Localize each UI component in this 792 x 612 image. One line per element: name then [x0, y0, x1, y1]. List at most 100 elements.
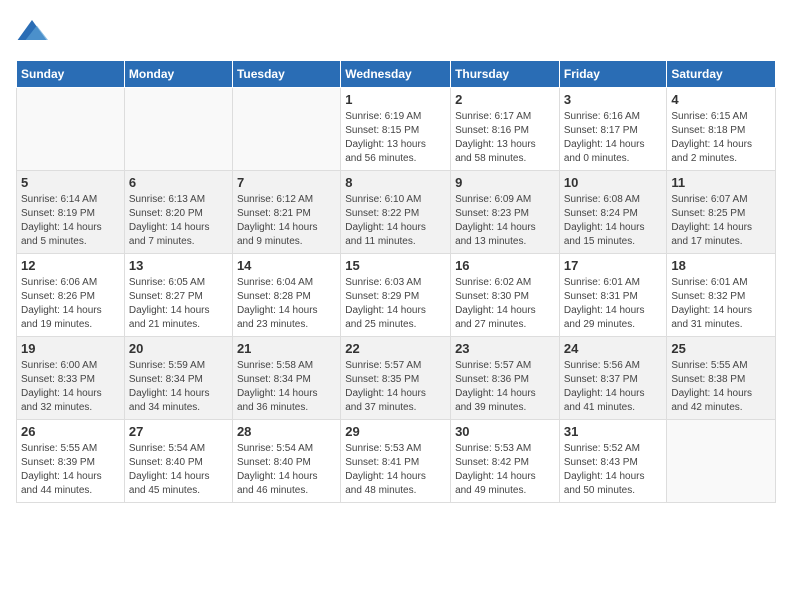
calendar-cell: [124, 88, 232, 171]
calendar-week-row: 1 Sunrise: 6:19 AMSunset: 8:15 PMDaylight…: [17, 88, 776, 171]
calendar-cell: 24 Sunrise: 5:56 AMSunset: 8:37 PMDayligh…: [559, 337, 667, 420]
calendar-cell: 11 Sunrise: 6:07 AMSunset: 8:25 PMDayligh…: [667, 171, 776, 254]
day-number: 7: [237, 175, 336, 190]
day-number: 13: [129, 258, 228, 273]
day-info: Sunrise: 5:57 AMSunset: 8:36 PMDaylight:…: [455, 359, 555, 415]
logo: [16, 16, 52, 48]
day-number: 3: [564, 92, 663, 107]
day-info: Sunrise: 5:55 AMSunset: 8:38 PMDaylight:…: [671, 359, 771, 415]
column-header-friday: Friday: [559, 61, 667, 88]
header: [16, 16, 776, 48]
day-info: Sunrise: 6:04 AMSunset: 8:28 PMDaylight:…: [237, 276, 336, 332]
calendar-cell: 12 Sunrise: 6:06 AMSunset: 8:26 PMDayligh…: [17, 254, 125, 337]
day-info: Sunrise: 6:19 AMSunset: 8:15 PMDaylight:…: [345, 110, 446, 166]
day-number: 14: [237, 258, 336, 273]
column-header-tuesday: Tuesday: [232, 61, 340, 88]
calendar-cell: 16 Sunrise: 6:02 AMSunset: 8:30 PMDayligh…: [451, 254, 560, 337]
calendar-week-row: 5 Sunrise: 6:14 AMSunset: 8:19 PMDaylight…: [17, 171, 776, 254]
day-info: Sunrise: 6:09 AMSunset: 8:23 PMDaylight:…: [455, 193, 555, 249]
day-info: Sunrise: 5:58 AMSunset: 8:34 PMDaylight:…: [237, 359, 336, 415]
day-number: 21: [237, 341, 336, 356]
day-number: 20: [129, 341, 228, 356]
calendar-cell: 30Sunrise: 5:53 AMSunset: 8:42 PMDayligh…: [451, 420, 560, 503]
day-info: Sunrise: 6:13 AMSunset: 8:20 PMDaylight:…: [129, 193, 228, 249]
calendar-cell: [667, 420, 776, 503]
day-info: Sunrise: 5:56 AMSunset: 8:37 PMDaylight:…: [564, 359, 663, 415]
calendar-cell: 7 Sunrise: 6:12 AMSunset: 8:21 PMDaylight…: [232, 171, 340, 254]
day-info: Sunrise: 5:53 AMSunset: 8:41 PMDaylight:…: [345, 442, 446, 498]
calendar-cell: [232, 88, 340, 171]
calendar-cell: 31Sunrise: 5:52 AMSunset: 8:43 PMDayligh…: [559, 420, 667, 503]
column-header-saturday: Saturday: [667, 61, 776, 88]
day-number: 4: [671, 92, 771, 107]
calendar-cell: 4 Sunrise: 6:15 AMSunset: 8:18 PMDaylight…: [667, 88, 776, 171]
day-info: Sunrise: 5:54 AMSunset: 8:40 PMDaylight:…: [237, 442, 336, 498]
calendar-cell: 25 Sunrise: 5:55 AMSunset: 8:38 PMDayligh…: [667, 337, 776, 420]
calendar-cell: 17Sunrise: 6:01 AMSunset: 8:31 PMDayligh…: [559, 254, 667, 337]
day-number: 19: [21, 341, 120, 356]
day-info: Sunrise: 5:55 AMSunset: 8:39 PMDaylight:…: [21, 442, 120, 498]
day-number: 24: [564, 341, 663, 356]
day-info: Sunrise: 5:57 AMSunset: 8:35 PMDaylight:…: [345, 359, 446, 415]
day-number: 2: [455, 92, 555, 107]
day-number: 1: [345, 92, 446, 107]
calendar-cell: 22 Sunrise: 5:57 AMSunset: 8:35 PMDayligh…: [341, 337, 451, 420]
day-number: 6: [129, 175, 228, 190]
calendar-cell: 2 Sunrise: 6:17 AMSunset: 8:16 PMDaylight…: [451, 88, 560, 171]
day-number: 9: [455, 175, 555, 190]
calendar: SundayMondayTuesdayWednesdayThursdayFrid…: [16, 60, 776, 503]
day-info: Sunrise: 6:00 AMSunset: 8:33 PMDaylight:…: [21, 359, 120, 415]
day-info: Sunrise: 6:06 AMSunset: 8:26 PMDaylight:…: [21, 276, 120, 332]
calendar-cell: 1 Sunrise: 6:19 AMSunset: 8:15 PMDaylight…: [341, 88, 451, 171]
day-number: 16: [455, 258, 555, 273]
day-info: Sunrise: 6:05 AMSunset: 8:27 PMDaylight:…: [129, 276, 228, 332]
day-info: Sunrise: 6:01 AMSunset: 8:32 PMDaylight:…: [671, 276, 771, 332]
calendar-cell: 9 Sunrise: 6:09 AMSunset: 8:23 PMDaylight…: [451, 171, 560, 254]
column-header-sunday: Sunday: [17, 61, 125, 88]
logo-icon: [16, 16, 48, 48]
calendar-cell: 6 Sunrise: 6:13 AMSunset: 8:20 PMDaylight…: [124, 171, 232, 254]
column-header-thursday: Thursday: [451, 61, 560, 88]
calendar-header-row: SundayMondayTuesdayWednesdayThursdayFrid…: [17, 61, 776, 88]
day-info: Sunrise: 5:59 AMSunset: 8:34 PMDaylight:…: [129, 359, 228, 415]
day-number: 28: [237, 424, 336, 439]
day-number: 22: [345, 341, 446, 356]
day-info: Sunrise: 6:17 AMSunset: 8:16 PMDaylight:…: [455, 110, 555, 166]
day-number: 29: [345, 424, 446, 439]
calendar-cell: 13 Sunrise: 6:05 AMSunset: 8:27 PMDayligh…: [124, 254, 232, 337]
day-info: Sunrise: 6:10 AMSunset: 8:22 PMDaylight:…: [345, 193, 446, 249]
day-info: Sunrise: 6:12 AMSunset: 8:21 PMDaylight:…: [237, 193, 336, 249]
column-header-wednesday: Wednesday: [341, 61, 451, 88]
calendar-cell: 29 Sunrise: 5:53 AMSunset: 8:41 PMDayligh…: [341, 420, 451, 503]
calendar-cell: 27Sunrise: 5:54 AMSunset: 8:40 PMDayligh…: [124, 420, 232, 503]
day-number: 10: [564, 175, 663, 190]
calendar-cell: 14 Sunrise: 6:04 AMSunset: 8:28 PMDayligh…: [232, 254, 340, 337]
calendar-week-row: 26Sunrise: 5:55 AMSunset: 8:39 PMDayligh…: [17, 420, 776, 503]
day-info: Sunrise: 6:15 AMSunset: 8:18 PMDaylight:…: [671, 110, 771, 166]
column-header-monday: Monday: [124, 61, 232, 88]
calendar-cell: 8Sunrise: 6:10 AMSunset: 8:22 PMDaylight…: [341, 171, 451, 254]
calendar-cell: 21 Sunrise: 5:58 AMSunset: 8:34 PMDayligh…: [232, 337, 340, 420]
day-info: Sunrise: 6:03 AMSunset: 8:29 PMDaylight:…: [345, 276, 446, 332]
day-number: 31: [564, 424, 663, 439]
day-info: Sunrise: 6:02 AMSunset: 8:30 PMDaylight:…: [455, 276, 555, 332]
calendar-cell: 23Sunrise: 5:57 AMSunset: 8:36 PMDayligh…: [451, 337, 560, 420]
calendar-cell: 15Sunrise: 6:03 AMSunset: 8:29 PMDayligh…: [341, 254, 451, 337]
day-number: 25: [671, 341, 771, 356]
calendar-week-row: 19 Sunrise: 6:00 AMSunset: 8:33 PMDayligh…: [17, 337, 776, 420]
day-info: Sunrise: 6:07 AMSunset: 8:25 PMDaylight:…: [671, 193, 771, 249]
day-number: 5: [21, 175, 120, 190]
calendar-cell: 18 Sunrise: 6:01 AMSunset: 8:32 PMDayligh…: [667, 254, 776, 337]
day-number: 11: [671, 175, 771, 190]
calendar-cell: 28 Sunrise: 5:54 AMSunset: 8:40 PMDayligh…: [232, 420, 340, 503]
calendar-cell: [17, 88, 125, 171]
day-number: 12: [21, 258, 120, 273]
calendar-cell: 19 Sunrise: 6:00 AMSunset: 8:33 PMDayligh…: [17, 337, 125, 420]
calendar-cell: 3Sunrise: 6:16 AMSunset: 8:17 PMDaylight…: [559, 88, 667, 171]
day-number: 18: [671, 258, 771, 273]
day-number: 27: [129, 424, 228, 439]
calendar-cell: 10 Sunrise: 6:08 AMSunset: 8:24 PMDayligh…: [559, 171, 667, 254]
calendar-cell: 26Sunrise: 5:55 AMSunset: 8:39 PMDayligh…: [17, 420, 125, 503]
day-info: Sunrise: 6:08 AMSunset: 8:24 PMDaylight:…: [564, 193, 663, 249]
day-info: Sunrise: 6:14 AMSunset: 8:19 PMDaylight:…: [21, 193, 120, 249]
